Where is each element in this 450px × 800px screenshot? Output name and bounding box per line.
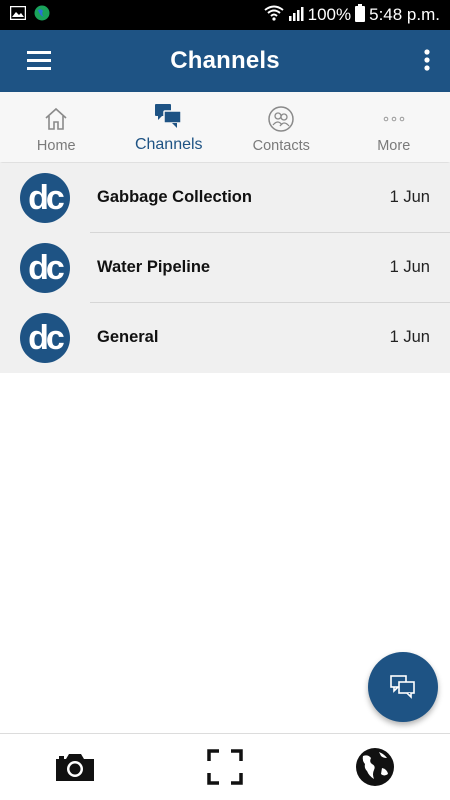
page-title: Channels — [170, 47, 280, 74]
signal-icon — [288, 5, 304, 26]
battery-percent: 100% — [307, 5, 352, 24]
bottom-toolbar — [0, 733, 450, 800]
wifi-icon — [264, 5, 284, 26]
globe-app-icon — [34, 5, 50, 26]
channel-name: General — [97, 328, 159, 346]
status-left — [9, 5, 50, 26]
status-bar: 100% 5:48 p.m. — [0, 0, 450, 30]
overflow-menu-button[interactable] — [418, 46, 436, 76]
home-icon — [43, 104, 69, 134]
tab-channels-label: Channels — [134, 136, 203, 153]
tab-more[interactable]: More — [338, 92, 450, 162]
chat-bubbles-icon — [154, 102, 183, 132]
channel-avatar: dc — [20, 173, 70, 223]
channel-list: dc Gabbage Collection 1 Jun dc Water Pip… — [0, 163, 450, 373]
tab-channels[interactable]: Channels — [113, 92, 226, 162]
globe-button[interactable] — [345, 742, 405, 792]
channel-avatar: dc — [20, 243, 70, 293]
tab-bar: Home Channels Contacts More — [0, 92, 450, 162]
globe-icon — [356, 748, 394, 786]
more-vert-icon — [424, 49, 430, 71]
camera-icon — [56, 754, 94, 781]
channel-item-water-pipeline[interactable]: dc Water Pipeline 1 Jun — [0, 233, 450, 303]
tab-contacts[interactable]: Contacts — [225, 92, 338, 162]
channel-date: 1 Jun — [389, 188, 430, 206]
image-icon — [9, 5, 27, 25]
hamburger-icon — [27, 51, 51, 70]
channel-date: 1 Jun — [389, 328, 430, 346]
status-time: 5:48 p.m. — [369, 5, 440, 24]
more-dots-icon — [382, 104, 406, 134]
status-right: 100% 5:48 p.m. — [264, 3, 440, 27]
channel-name: Water Pipeline — [97, 258, 211, 276]
channel-item-general[interactable]: dc General 1 Jun — [0, 303, 450, 373]
new-chat-button[interactable] — [368, 652, 438, 722]
channel-item-gabbage-collection[interactable]: dc Gabbage Collection 1 Jun — [0, 163, 450, 233]
scan-frame-icon — [207, 749, 243, 785]
tab-home-label: Home — [36, 138, 76, 154]
channel-avatar: dc — [20, 313, 70, 363]
channel-date: 1 Jun — [389, 258, 430, 276]
battery-icon — [355, 3, 366, 27]
tab-more-label: More — [377, 138, 411, 154]
camera-button[interactable] — [45, 742, 105, 792]
new-chat-icon — [390, 675, 415, 699]
menu-button[interactable] — [22, 47, 58, 75]
scan-button[interactable] — [195, 742, 255, 792]
app-bar: Channels — [0, 30, 450, 92]
channel-name: Gabbage Collection — [97, 188, 252, 206]
contacts-icon — [267, 104, 295, 134]
tab-contacts-label: Contacts — [252, 138, 310, 154]
tab-home[interactable]: Home — [0, 92, 113, 162]
